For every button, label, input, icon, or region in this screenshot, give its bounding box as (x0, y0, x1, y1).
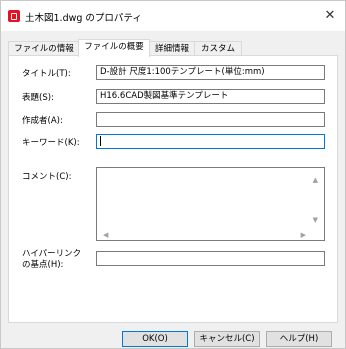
tab-file-info[interactable]: ファイルの情報 (8, 41, 80, 56)
hyperlink-base-field[interactable] (96, 251, 325, 266)
window-title: 土木図1.dwg のプロパティ (25, 13, 142, 24)
close-icon[interactable]: ✕ (319, 6, 341, 26)
hyperlink-base-label-line2: の基点(H): (22, 260, 64, 270)
tab-summary[interactable]: ファイルの概要 (78, 39, 150, 57)
comments-textarea[interactable]: ▲ ▼ ◀ ▶ (96, 167, 325, 241)
subject-field[interactable]: H16.6CAD製図基準テンプレート (96, 89, 325, 104)
tab-custom[interactable]: カスタム (194, 41, 242, 56)
scroll-down-icon[interactable]: ▼ (313, 216, 318, 224)
keywords-field[interactable] (96, 134, 325, 149)
author-label: 作成者(A): (22, 116, 63, 126)
tab-statistics[interactable]: 詳細情報 (148, 41, 196, 56)
title-label: タイトル(T): (22, 69, 71, 79)
author-field[interactable] (96, 112, 325, 127)
autocad-icon (8, 10, 20, 22)
ok-button[interactable]: OK(O) (122, 331, 188, 347)
scroll-left-icon[interactable]: ◀ (103, 231, 108, 239)
help-button[interactable]: ヘルプ(H) (266, 331, 332, 347)
scroll-right-icon[interactable]: ▶ (301, 231, 306, 239)
comments-label: コメント(C): (22, 172, 72, 182)
title-field[interactable]: D-設計 尺度1:100テンプレート(単位:mm) (96, 65, 325, 80)
cancel-button[interactable]: キャンセル(C) (194, 331, 260, 347)
keywords-label: キーワード(K): (22, 138, 80, 148)
scroll-up-icon[interactable]: ▲ (313, 176, 318, 184)
subject-label: 表題(S): (22, 93, 54, 103)
title-bar: 土木図1.dwg のプロパティ ✕ (1, 1, 345, 31)
properties-dialog: 土木図1.dwg のプロパティ ✕ ファイルの情報 ファイルの概要 詳細情報 カ… (0, 0, 346, 349)
summary-panel: タイトル(T): D-設計 尺度1:100テンプレート(単位:mm) 表題(S)… (8, 55, 338, 323)
text-caret (100, 135, 101, 146)
